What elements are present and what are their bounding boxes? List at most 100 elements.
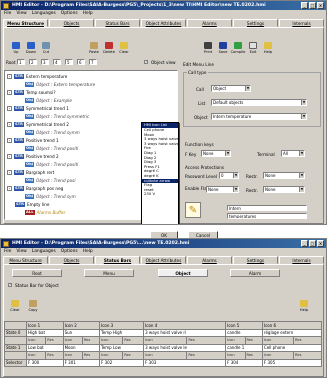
down-button[interactable]: Down bbox=[24, 39, 38, 54]
tree-item[interactable]: - STR Symmetrical trend 1 bbox=[7, 105, 69, 111]
tab-objects[interactable]: Objects bbox=[49, 256, 94, 264]
tab-settings[interactable]: Settings bbox=[233, 19, 278, 27]
object-select[interactable]: Intern temperature ▼ bbox=[211, 113, 307, 120]
minimize-icon[interactable]: _ bbox=[301, 240, 308, 247]
tab-status-bars[interactable]: Status Bars bbox=[95, 256, 140, 264]
subtab-alarm[interactable]: Alarm bbox=[230, 269, 280, 277]
up-button[interactable]: Up bbox=[9, 39, 23, 54]
menu-options[interactable]: Options bbox=[61, 249, 78, 254]
window-titlebar[interactable]: HMI Editor - D:\Program Files\SAIA-Burge… bbox=[1, 239, 326, 248]
expand-icon[interactable]: - bbox=[7, 121, 12, 127]
menu-languages[interactable]: Languages bbox=[32, 11, 56, 16]
tab-internals[interactable]: Internals bbox=[279, 256, 324, 264]
tab-alarms[interactable]: Alarms bbox=[187, 19, 232, 27]
tab-object-attributes[interactable]: Object Attributes bbox=[141, 256, 186, 264]
tree-item[interactable]: ALL Alarms Buffer bbox=[25, 209, 65, 215]
table-cell[interactable]: 3 ways hoist valve le bbox=[143, 343, 227, 352]
icon-list-item[interactable]: 230 V bbox=[142, 192, 178, 197]
tree-item[interactable]: Obj Object : Trend symm bbox=[25, 129, 80, 135]
tab-objects[interactable]: Objects bbox=[49, 19, 94, 27]
table-cell[interactable]: High bat bbox=[26, 328, 64, 337]
tree-item[interactable]: - STR Positive trend 2 bbox=[7, 153, 59, 159]
table-cell[interactable]: F 303 bbox=[143, 358, 227, 367]
expand-icon[interactable]: - bbox=[7, 185, 12, 191]
table-cell[interactable]: Low bat bbox=[26, 343, 64, 352]
minimize-icon[interactable]: _ bbox=[301, 2, 308, 9]
subtab-menu[interactable]: Menu bbox=[84, 269, 134, 277]
tree-item[interactable]: Obj Object : Example bbox=[25, 97, 72, 103]
exit-button[interactable]: Exit bbox=[246, 39, 260, 54]
table-cell[interactable]: réglage extern bbox=[261, 328, 323, 337]
menu-view[interactable]: View bbox=[16, 249, 26, 254]
tree-item[interactable]: STR Empty line bbox=[15, 201, 49, 207]
tree-item[interactable]: Obj Object : Extern temperature bbox=[25, 81, 95, 87]
list-select[interactable]: Default objects ▼ bbox=[211, 99, 307, 106]
paste-button[interactable]: Paste bbox=[87, 39, 101, 54]
crumb-7[interactable]: 7 bbox=[89, 59, 97, 65]
wrench-icon[interactable]: ✎ bbox=[185, 202, 201, 218]
crumb-5[interactable]: 5 bbox=[65, 59, 73, 65]
tree-item[interactable]: Obj Object : Trend symmetric bbox=[25, 113, 89, 119]
maximize-icon[interactable]: □ bbox=[309, 2, 316, 9]
tree-item[interactable]: Obj Object : Trend positi bbox=[25, 145, 78, 151]
table-cell[interactable]: 3 ways hoist valve ri bbox=[143, 328, 227, 337]
tab-menu-structure[interactable]: Menu Structure bbox=[3, 256, 48, 264]
expand-icon[interactable]: - bbox=[7, 89, 12, 95]
menu-view[interactable]: View bbox=[16, 11, 26, 16]
tab-settings[interactable]: Settings bbox=[233, 256, 278, 264]
menu-help[interactable]: Help bbox=[83, 249, 93, 254]
table-cell[interactable]: Moon bbox=[62, 343, 101, 352]
subtab-object[interactable]: Object bbox=[158, 269, 208, 277]
tree-item[interactable]: - STR Positive trend 1 bbox=[7, 137, 59, 143]
table-cell[interactable]: Temp High bbox=[99, 328, 145, 337]
crumb-1[interactable]: 1 bbox=[17, 59, 25, 65]
help-button-2[interactable]: Help bbox=[297, 297, 311, 312]
tab-internals[interactable]: Internals bbox=[279, 19, 324, 27]
menu-file[interactable]: File bbox=[4, 249, 11, 254]
tree-item[interactable]: - STR Extern temperature bbox=[7, 73, 67, 79]
subtab-root[interactable]: Root bbox=[12, 269, 62, 277]
maximize-icon[interactable]: □ bbox=[309, 240, 316, 247]
restr2-select[interactable]: None ▼ bbox=[263, 186, 305, 193]
compile-button[interactable]: Compile bbox=[231, 39, 245, 54]
tab-object-attributes[interactable]: Object Attributes bbox=[141, 19, 186, 27]
clear-button-2[interactable]: Clear bbox=[8, 297, 22, 312]
clear-button[interactable]: Clear bbox=[117, 39, 131, 54]
tree-item[interactable]: - STR Temp soumsi? bbox=[7, 89, 56, 95]
tree-item[interactable]: - STR Bargraph rert bbox=[7, 169, 54, 175]
window-titlebar[interactable]: HMI Editor - D:\Program Files\SAIA-Burge… bbox=[1, 1, 326, 10]
tab-alarms[interactable]: Alarms bbox=[187, 256, 232, 264]
menu-options[interactable]: Options bbox=[61, 11, 78, 16]
crumb-4[interactable]: 4 bbox=[53, 59, 61, 65]
table-cell[interactable]: F 302 bbox=[99, 358, 145, 367]
table-cell[interactable]: Temp Low bbox=[99, 343, 145, 352]
save-button[interactable]: Save bbox=[216, 39, 230, 54]
table-cell[interactable]: candle 1 bbox=[225, 343, 263, 352]
tree-item[interactable]: - STR Symmetrical trend 2 bbox=[7, 121, 69, 127]
tree-item[interactable]: Obj Object : Trend posi bbox=[25, 177, 76, 183]
table-cell[interactable]: candle bbox=[225, 328, 263, 337]
menu-languages[interactable]: Languages bbox=[32, 249, 56, 254]
expand-icon[interactable]: - bbox=[7, 73, 12, 79]
text-line-2[interactable]: temperatures bbox=[227, 213, 307, 219]
tab-status-bars[interactable]: Status Bars bbox=[95, 19, 140, 27]
table-cell[interactable]: F 300 bbox=[26, 358, 64, 367]
close-icon[interactable]: × bbox=[317, 240, 324, 247]
table-cell[interactable]: F 301 bbox=[62, 358, 101, 367]
password-level-select[interactable]: 0 ▼ bbox=[219, 172, 239, 179]
print-button[interactable]: Print bbox=[201, 39, 215, 54]
restr-select[interactable]: None ▼ bbox=[263, 172, 305, 179]
tab-menu-structure[interactable]: Menu Structure bbox=[3, 19, 48, 27]
expand-icon[interactable]: - bbox=[7, 153, 12, 159]
expand-icon[interactable]: - bbox=[7, 137, 12, 143]
close-icon[interactable]: × bbox=[317, 2, 324, 9]
crumb-3[interactable]: 3 bbox=[41, 59, 49, 65]
enable-flag-select[interactable]: None ▼ bbox=[206, 186, 239, 193]
delete-button[interactable]: Delete bbox=[102, 39, 116, 54]
help-button[interactable]: Help bbox=[261, 39, 275, 54]
table-cell[interactable]: F 304 bbox=[225, 358, 263, 367]
cut-button[interactable]: Cut bbox=[39, 39, 53, 54]
crumb-2[interactable]: 2 bbox=[29, 59, 37, 65]
text-line-1[interactable]: Intern bbox=[227, 205, 307, 211]
call-select[interactable]: Object ▼ bbox=[211, 85, 251, 92]
